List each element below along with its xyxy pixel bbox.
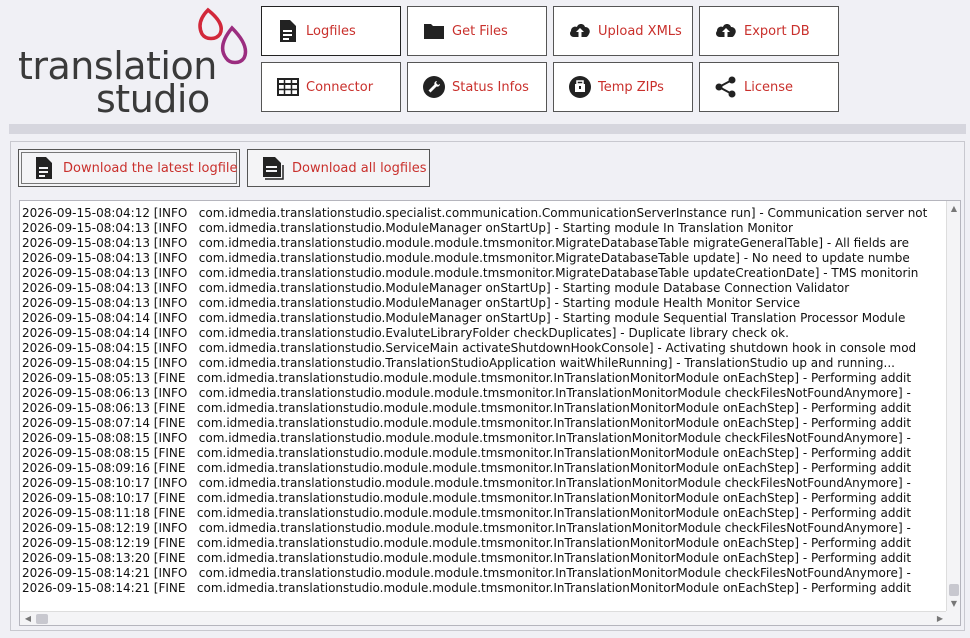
- nav-logfiles-button[interactable]: Logfiles: [261, 6, 401, 56]
- header-divider: [9, 124, 966, 134]
- nav-status-infos-label: Status Infos: [452, 79, 529, 95]
- cloud-upload-icon: [714, 19, 738, 43]
- nav-temp-zips-label: Temp ZIPs: [598, 79, 664, 95]
- zip-icon: [568, 75, 592, 99]
- nav-export-db-label: Export DB: [744, 23, 810, 39]
- horizontal-scrollbar[interactable]: ◀ ▶: [20, 611, 948, 625]
- log-line: 2026-09-15-08:14:21 [INFO com.idmedia.tr…: [22, 566, 911, 580]
- log-line: 2026-09-15-08:12:19 [INFO com.idmedia.tr…: [22, 521, 911, 535]
- download-latest-logfile-button[interactable]: Download the latest logfile: [18, 149, 240, 187]
- vertical-scroll-thumb[interactable]: [949, 584, 959, 596]
- log-line: 2026-09-15-08:04:12 [INFO com.idmedia.tr…: [22, 206, 928, 220]
- nav-connector-label: Connector: [306, 79, 374, 95]
- folder-icon: [422, 19, 446, 43]
- scrollbar-corner: [946, 611, 960, 625]
- scroll-right-arrow-icon[interactable]: ▶: [934, 613, 946, 625]
- nav-logfiles-label: Logfiles: [306, 23, 356, 39]
- log-line: 2026-09-15-08:11:18 [FINE com.idmedia.tr…: [22, 506, 912, 520]
- cloud-upload-icon: [568, 19, 592, 43]
- log-line: 2026-09-15-08:04:15 [INFO com.idmedia.tr…: [22, 341, 917, 355]
- log-line: 2026-09-15-08:04:14 [INFO com.idmedia.tr…: [22, 311, 906, 325]
- log-line: 2026-09-15-08:14:21 [FINE com.idmedia.tr…: [22, 581, 912, 595]
- nav-get-files-label: Get Files: [452, 23, 508, 39]
- log-line: 2026-09-15-08:08:15 [FINE com.idmedia.tr…: [22, 446, 912, 460]
- log-line: 2026-09-15-08:04:13 [INFO com.idmedia.tr…: [22, 266, 919, 280]
- log-line: 2026-09-15-08:04:15 [INFO com.idmedia.tr…: [22, 356, 895, 370]
- scroll-left-arrow-icon[interactable]: ◀: [22, 613, 34, 625]
- log-textarea[interactable]: 2026-09-15-08:04:12 [INFO com.idmedia.tr…: [19, 200, 961, 626]
- nav-license-label: License: [744, 79, 794, 95]
- table-grid-icon: [276, 75, 300, 99]
- nav-temp-zips-button[interactable]: Temp ZIPs: [553, 62, 693, 112]
- log-line: 2026-09-15-08:04:14 [INFO com.idmedia.tr…: [22, 326, 789, 340]
- log-lines: 2026-09-15-08:04:12 [INFO com.idmedia.tr…: [22, 206, 946, 596]
- wrench-icon: [422, 75, 446, 99]
- log-line: 2026-09-15-08:04:13 [INFO com.idmedia.tr…: [22, 296, 801, 310]
- nav-upload-xmls-label: Upload XMLs: [598, 23, 682, 39]
- nav-get-files-button[interactable]: Get Files: [407, 6, 547, 56]
- download-latest-logfile-label: Download the latest logfile: [63, 160, 238, 176]
- horizontal-scroll-thumb[interactable]: [36, 614, 48, 624]
- log-line: 2026-09-15-08:07:14 [FINE com.idmedia.tr…: [22, 416, 912, 430]
- log-line: 2026-09-15-08:04:13 [INFO com.idmedia.tr…: [22, 236, 910, 250]
- scroll-down-arrow-icon[interactable]: ▼: [948, 598, 960, 610]
- vertical-scrollbar[interactable]: ▲ ▼: [946, 201, 960, 611]
- nav-export-db-button[interactable]: Export DB: [699, 6, 839, 56]
- nav-connector-button[interactable]: Connector: [261, 62, 401, 112]
- log-line: 2026-09-15-08:10:17 [INFO com.idmedia.tr…: [22, 476, 911, 490]
- log-line: 2026-09-15-08:06:13 [INFO com.idmedia.tr…: [22, 386, 911, 400]
- file-document-icon: [33, 155, 55, 181]
- log-line: 2026-09-15-08:10:17 [FINE com.idmedia.tr…: [22, 491, 912, 505]
- log-line: 2026-09-15-08:04:13 [INFO com.idmedia.tr…: [22, 221, 793, 235]
- nav-license-button[interactable]: License: [699, 62, 839, 112]
- nav-upload-xmls-button[interactable]: Upload XMLs: [553, 6, 693, 56]
- file-stack-icon: [262, 155, 284, 181]
- log-line: 2026-09-15-08:04:13 [INFO com.idmedia.tr…: [22, 281, 850, 295]
- download-all-logfiles-button[interactable]: Download all logfiles: [247, 149, 430, 187]
- file-document-icon: [276, 19, 300, 43]
- scroll-up-arrow-icon[interactable]: ▲: [948, 203, 960, 215]
- log-line: 2026-09-15-08:12:19 [FINE com.idmedia.tr…: [22, 536, 912, 550]
- log-line: 2026-09-15-08:05:13 [FINE com.idmedia.tr…: [22, 371, 912, 385]
- log-line: 2026-09-15-08:09:16 [FINE com.idmedia.tr…: [22, 461, 912, 475]
- logo-text-studio: studio: [96, 77, 210, 121]
- log-line: 2026-09-15-08:04:13 [INFO com.idmedia.tr…: [22, 251, 910, 265]
- translation-studio-logo: translation studio: [16, 4, 250, 118]
- share-icon: [714, 75, 738, 99]
- log-line: 2026-09-15-08:13:20 [FINE com.idmedia.tr…: [22, 551, 912, 565]
- log-line: 2026-09-15-08:08:15 [INFO com.idmedia.tr…: [22, 431, 911, 445]
- download-all-logfiles-label: Download all logfiles: [292, 160, 427, 176]
- log-line: 2026-09-15-08:06:13 [FINE com.idmedia.tr…: [22, 401, 912, 415]
- nav-status-infos-button[interactable]: Status Infos: [407, 62, 547, 112]
